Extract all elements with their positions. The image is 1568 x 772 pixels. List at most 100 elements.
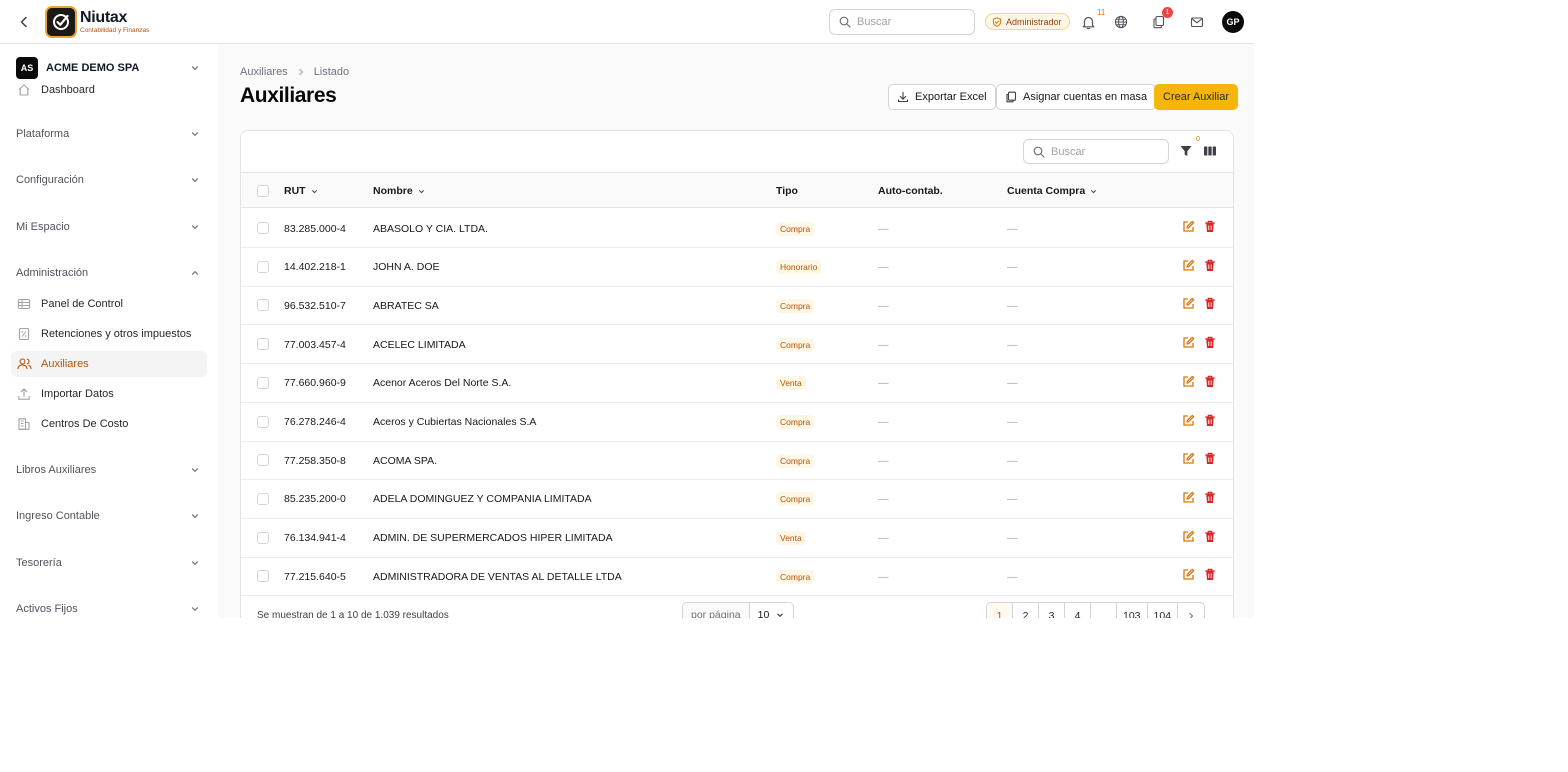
next-page-button[interactable]	[1178, 603, 1204, 618]
company-selector[interactable]: AS ACME DEMO SPA	[16, 57, 200, 79]
user-avatar[interactable]: GP	[1222, 11, 1244, 33]
table-search-input[interactable]	[1051, 145, 1151, 158]
assign-accounts-button[interactable]: Asignar cuentas en masa	[996, 84, 1157, 110]
create-auxiliar-button[interactable]: Crear Auxiliar	[1154, 84, 1239, 110]
company-avatar: AS	[16, 57, 38, 79]
table-row[interactable]: 77.660.960-9 Acenor Aceros Del Norte S.A.…	[241, 364, 1233, 403]
row-checkbox[interactable]	[257, 376, 269, 389]
sidebar-section-tesoreria[interactable]: Tesorería	[16, 553, 200, 573]
delete-button[interactable]	[1203, 298, 1217, 312]
breadcrumb-link-auxiliares[interactable]: Auxiliares	[240, 66, 288, 78]
page-button[interactable]: 103	[1117, 603, 1148, 618]
delete-button[interactable]	[1203, 530, 1217, 545]
edit-button[interactable]	[1181, 259, 1195, 274]
table-row[interactable]: 77.258.350-8 ACOMA SPA. Compra — —	[241, 441, 1233, 481]
table-icon	[16, 296, 32, 312]
edit-button[interactable]	[1181, 569, 1195, 583]
sidebar-section-libros-auxiliares[interactable]: Libros Auxiliares	[16, 460, 200, 480]
sidebar-section-plataforma[interactable]: Plataforma	[16, 124, 200, 144]
app-logo[interactable]: Niutax Contabilidad y Finanzas	[45, 6, 149, 38]
table-row[interactable]: 76.278.246-4 Aceros y Cubiertas Nacionale…	[241, 403, 1233, 442]
page-button[interactable]: 3	[1039, 603, 1065, 618]
page-button[interactable]: 2	[1013, 603, 1039, 618]
sidebar-item-panel-de-control[interactable]: Panel de Control	[11, 291, 207, 317]
sidebar-section-ingreso-contable[interactable]: Ingreso Contable	[16, 506, 200, 526]
column-header-cuenta-compra[interactable]: Cuenta Compra	[1007, 173, 1098, 209]
table-row[interactable]: 85.235.200-0 ADELA DOMINGUEZ Y COMPANIA L…	[241, 480, 1233, 519]
columns-button[interactable]	[1202, 143, 1218, 159]
export-excel-button[interactable]: Exportar Excel	[888, 84, 996, 110]
edit-button[interactable]	[1181, 414, 1195, 429]
sidebar-item-auxiliares[interactable]: Auxiliares	[11, 351, 207, 377]
delete-button[interactable]	[1203, 259, 1217, 274]
language-button[interactable]	[1112, 13, 1130, 31]
building-icon	[16, 416, 32, 432]
cell-nombre: ADMIN. DE SUPERMERCADOS HIPER LIMITADA	[373, 532, 613, 545]
row-checkbox[interactable]	[257, 492, 269, 505]
pagination: 1 2 3 4... 103 104	[986, 602, 1206, 618]
sidebar-item-centros-de-costo[interactable]: Centros De Costo	[11, 411, 207, 437]
table-row[interactable]: 14.402.218-1 JOHN A. DOE Honorario — —	[241, 248, 1233, 287]
cell-auto-contab: —	[878, 416, 889, 428]
column-header-nombre[interactable]: Nombre	[373, 173, 426, 209]
chevron-right-icon	[297, 68, 305, 76]
per-page-selector[interactable]: por página 10	[682, 602, 795, 618]
global-search-input[interactable]	[857, 16, 957, 28]
sidebar-item-importar-datos[interactable]: Importar Datos	[11, 381, 207, 407]
column-header-rut[interactable]: RUT	[284, 173, 319, 209]
table-row[interactable]: 77.215.640-5 ADMINISTRADORA DE VENTAS AL …	[241, 557, 1233, 597]
row-checkbox[interactable]	[257, 570, 269, 583]
filter-button[interactable]	[1178, 143, 1194, 159]
sidebar-section-mi-espacio[interactable]: Mi Espacio	[16, 217, 200, 237]
edit-button[interactable]	[1181, 530, 1195, 545]
sidebar-section-administracion[interactable]: Administración	[16, 263, 200, 283]
row-checkbox[interactable]	[257, 222, 269, 234]
edit-button[interactable]	[1181, 220, 1195, 235]
row-checkbox[interactable]	[257, 260, 269, 273]
sidebar-section-activos-fijos[interactable]: Activos Fijos	[16, 599, 200, 619]
table-row[interactable]: 83.285.000-4 ABASOLO Y CIA. LTDA. Compra — —	[241, 209, 1233, 248]
cell-tipo: Compra	[776, 403, 815, 442]
edit-button[interactable]	[1181, 375, 1195, 390]
delete-button[interactable]	[1203, 569, 1217, 583]
edit-button[interactable]	[1181, 491, 1195, 506]
edit-button[interactable]	[1181, 452, 1195, 467]
row-checkbox[interactable]	[257, 415, 269, 428]
row-checkbox[interactable]	[257, 299, 269, 312]
notifications-button[interactable]	[1079, 13, 1097, 31]
pagination-ellipsis: ...	[1091, 603, 1117, 618]
row-checkbox[interactable]	[257, 454, 269, 467]
per-page-select[interactable]: 10	[750, 603, 794, 618]
table-search[interactable]	[1023, 139, 1169, 164]
chevron-down-icon	[191, 66, 199, 71]
delete-button[interactable]	[1203, 220, 1217, 235]
delete-button[interactable]	[1203, 414, 1217, 429]
global-search[interactable]	[829, 9, 975, 35]
cell-nombre: JOHN A. DOE	[373, 261, 440, 274]
back-button[interactable]	[15, 13, 33, 31]
delete-button[interactable]	[1203, 336, 1217, 351]
table-row[interactable]: 77.003.457-4 ACELEC LIMITADA Compra — —	[241, 325, 1233, 365]
sidebar-item-retenciones[interactable]: Retenciones y otros impuestos	[11, 321, 207, 347]
edit-button[interactable]	[1181, 336, 1195, 351]
cell-nombre: ACELEC LIMITADA	[373, 338, 466, 351]
page-button[interactable]: 104	[1148, 603, 1179, 618]
table-row[interactable]: 76.134.941-4 ADMIN. DE SUPERMERCADOS HIPE…	[241, 519, 1233, 558]
edit-button[interactable]	[1181, 298, 1195, 312]
sidebar-item-dashboard[interactable]: Dashboard	[11, 77, 207, 103]
delete-button[interactable]	[1203, 375, 1217, 390]
page-button[interactable]: 1	[987, 603, 1013, 618]
sidebar-section-configuracion[interactable]: Configuración	[16, 170, 200, 190]
clipboard-copy-icon	[1006, 91, 1017, 103]
role-badge[interactable]: Administrador	[985, 13, 1070, 30]
messages-button[interactable]	[1188, 13, 1206, 31]
page-button[interactable]: 4	[1065, 603, 1091, 618]
row-checkbox[interactable]	[257, 338, 269, 351]
cell-cuenta-compra: —	[1007, 377, 1018, 390]
row-checkbox[interactable]	[257, 531, 269, 544]
section-label: Plataforma	[16, 128, 70, 140]
delete-button[interactable]	[1203, 452, 1217, 467]
select-all-checkbox[interactable]	[257, 185, 269, 197]
table-row[interactable]: 96.532.510-7 ABRATEC SA Compra — —	[241, 286, 1233, 326]
delete-button[interactable]	[1203, 491, 1217, 506]
